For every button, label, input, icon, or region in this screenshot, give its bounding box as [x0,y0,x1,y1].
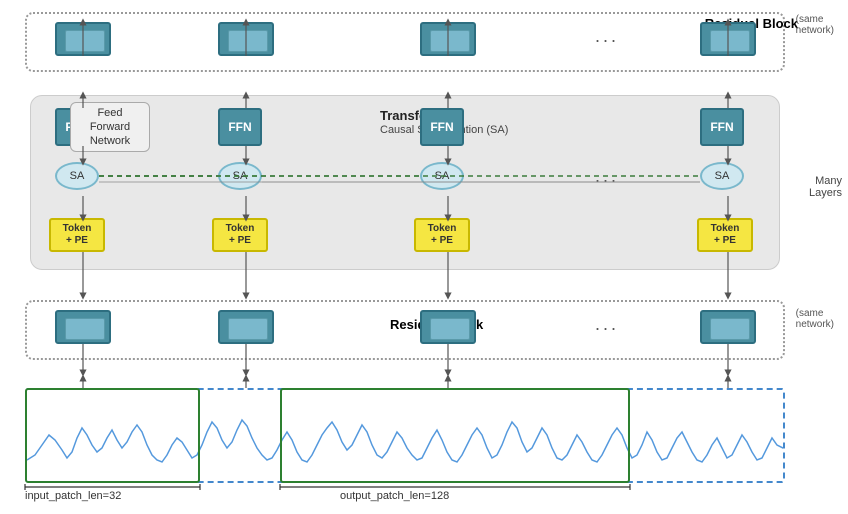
bottom-res-box-4 [700,310,756,344]
top-res-box-1 [55,22,111,56]
token-box-3: Token+ PE [414,218,470,252]
bottom-same-network-label: (samenetwork) [796,308,834,330]
top-dots: ... [595,26,619,47]
bottom-res-box-2 [218,310,274,344]
token-box-2: Token+ PE [212,218,268,252]
input-patch-label: input_patch_len=32 [25,490,121,502]
output-patch-label: output_patch_len=128 [340,490,449,502]
bottom-res-box-1 [55,310,111,344]
top-res-box-3 [420,22,476,56]
top-residual-border [25,12,785,72]
time-series-chart [25,388,785,483]
sa-oval-3: SA [420,162,464,190]
many-layers-label: ManyLayers [809,175,842,199]
token-box-1: Token+ PE [49,218,105,252]
main-container: { "title": "Neural Network Architecture … [0,0,848,514]
top-res-box-4 [700,22,756,56]
sa-oval-1: SA [55,162,99,190]
token-box-4: Token+ PE [697,218,753,252]
ffn-label-box: FeedForwardNetwork [70,102,150,152]
sa-oval-4: SA [700,162,744,190]
top-same-network-label: (samenetwork) [796,14,834,36]
transformer-dots: ... [595,166,619,187]
ffn-box-3: FFN [420,108,464,146]
sa-oval-2: SA [218,162,262,190]
ffn-box-4: FFN [700,108,744,146]
bottom-res-box-3 [420,310,476,344]
top-res-box-2 [218,22,274,56]
bottom-dots: ... [595,314,619,335]
ffn-box-2: FFN [218,108,262,146]
